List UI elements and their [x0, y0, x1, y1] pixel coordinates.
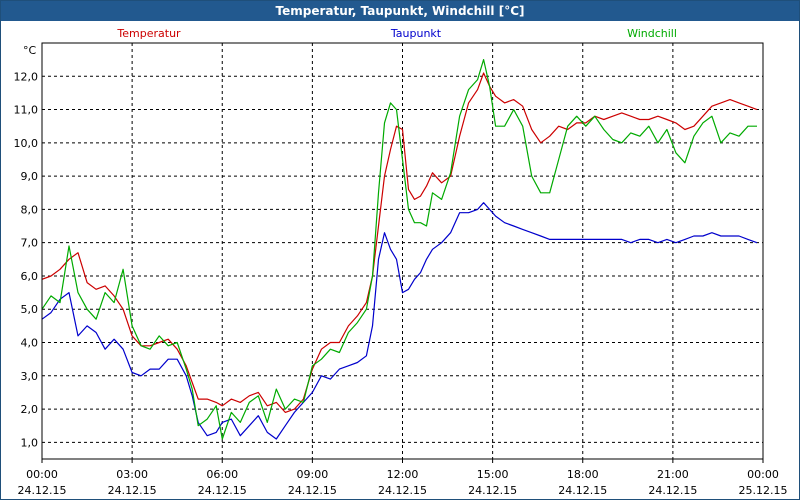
- legend-taupunkt: Taupunkt: [390, 27, 442, 40]
- x-tick-date: 24.12.15: [288, 484, 337, 497]
- x-tick-date: 25.12.15: [739, 484, 788, 497]
- y-tick-label: 5,0: [21, 303, 39, 316]
- x-tick-time: 18:00: [567, 468, 599, 481]
- chart-window: Temperatur, Taupunkt, Windchill [°C] 1,0…: [0, 0, 800, 500]
- x-tick-date: 24.12.15: [558, 484, 607, 497]
- x-tick-date: 24.12.15: [378, 484, 427, 497]
- y-tick-label: 2,0: [21, 403, 39, 416]
- series-line-windchill: [41, 58, 757, 440]
- series-lines: [41, 58, 758, 440]
- x-tick-date: 24.12.15: [108, 484, 157, 497]
- series-line-taupunkt: [41, 202, 758, 440]
- y-tick-label: 9,0: [21, 170, 39, 183]
- legend: Temperatur Taupunkt Windchill: [116, 27, 677, 40]
- x-tick-time: 00:00: [747, 468, 779, 481]
- y-tick-label: 4,0: [21, 337, 39, 350]
- chart-title: Temperatur, Taupunkt, Windchill [°C]: [1, 1, 799, 21]
- y-tick-label: 1,0: [21, 436, 39, 449]
- legend-windchill: Windchill: [627, 27, 677, 40]
- y-tick-label: 3,0: [21, 370, 39, 383]
- y-tick-label: 6,0: [21, 270, 39, 283]
- x-tick-date: 24.12.15: [198, 484, 247, 497]
- x-tick-time: 06:00: [206, 468, 238, 481]
- x-tick-time: 03:00: [116, 468, 148, 481]
- x-tick-time: 15:00: [477, 468, 509, 481]
- y-tick-label: 11,0: [14, 104, 39, 117]
- axis-labels: 1,0 2,0 3,0 4,0 5,0 6,0 7,0 8,0 9,0 10,0 11,0 12,0 °…: [14, 44, 788, 497]
- y-axis-unit: °C: [23, 44, 37, 57]
- y-tick-label: 12,0: [14, 70, 39, 83]
- y-tick-label: 8,0: [21, 203, 39, 216]
- x-tick-time: 00:00: [26, 468, 58, 481]
- chart-canvas: 1,0 2,0 3,0 4,0 5,0 6,0 7,0 8,0 9,0 10,0 11,0 12,0 °…: [14, 27, 788, 497]
- x-tick-time: 09:00: [297, 468, 329, 481]
- grid: [41, 43, 764, 463]
- x-tick-date: 24.12.15: [18, 484, 67, 497]
- y-tick-label: 10,0: [14, 137, 39, 150]
- legend-temperatur: Temperatur: [116, 27, 181, 40]
- y-tick-label: 7,0: [21, 237, 39, 250]
- x-tick-date: 24.12.15: [468, 484, 517, 497]
- x-tick-time: 12:00: [387, 468, 419, 481]
- x-tick-date: 24.12.15: [648, 484, 697, 497]
- x-tick-time: 21:00: [657, 468, 689, 481]
